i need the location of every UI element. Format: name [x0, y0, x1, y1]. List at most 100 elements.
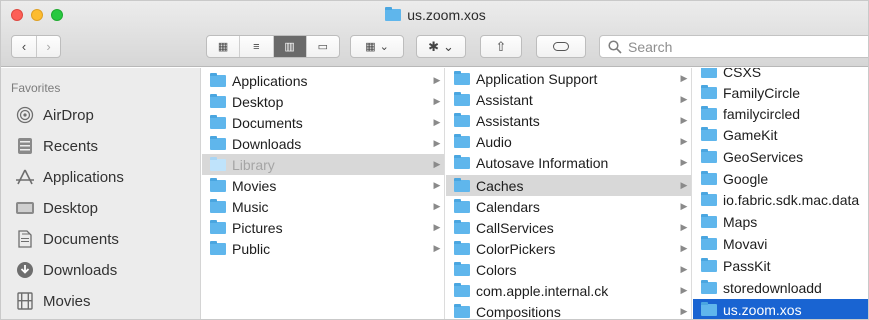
sidebar-item-movies[interactable]: Movies	[15, 288, 195, 314]
list-item[interactable]: io.fabric.sdk.mac.data	[693, 189, 868, 210]
folder-icon	[210, 135, 226, 150]
list-item[interactable]: Applications ▶	[202, 70, 444, 91]
list-item[interactable]: com.apple.internal.ck ▶	[446, 280, 691, 301]
sidebar-header-favorites: Favorites	[11, 81, 61, 95]
folder-icon	[701, 191, 717, 206]
chevron-right-icon: ▶	[680, 264, 688, 274]
folder-icon	[454, 177, 470, 192]
chevron-down-icon: ⌄	[379, 41, 389, 53]
folder-icon	[701, 68, 717, 78]
list-item[interactable]: Documents ▶	[202, 112, 444, 133]
list-item-caches[interactable]: Caches ▶	[446, 175, 691, 196]
column-home: Applications ▶ Desktop ▶ Documents ▶ Downlo…	[202, 68, 445, 319]
folder-icon	[454, 70, 470, 85]
sidebar-item-documents[interactable]: Documents	[15, 226, 195, 252]
list-item[interactable]: Audio ▶	[446, 131, 691, 152]
list-item[interactable]: familycircled	[693, 103, 868, 124]
folder-icon	[454, 112, 470, 127]
gallery-view-button[interactable]: ▭	[307, 36, 339, 57]
folder-icon	[210, 72, 226, 87]
list-item[interactable]: Movavi	[693, 233, 868, 254]
chevron-right-icon: ▶	[680, 136, 688, 146]
sidebar-item-downloads[interactable]: Downloads	[15, 257, 195, 283]
list-item[interactable]: Desktop ▶	[202, 91, 444, 112]
folder-icon	[701, 257, 717, 272]
sidebar-item-recents[interactable]: Recents	[15, 133, 195, 159]
list-item[interactable]: Application Support ▶	[446, 68, 691, 89]
back-button[interactable]: ‹	[12, 36, 36, 57]
list-item[interactable]: CallServices ▶	[446, 217, 691, 238]
sidebar-item-airdrop[interactable]: AirDrop	[15, 102, 195, 128]
list-item[interactable]: FamilyCircle	[693, 82, 868, 103]
list-item[interactable]: Maps	[693, 211, 868, 232]
folder-icon	[454, 219, 470, 234]
folder-icon	[210, 114, 226, 129]
list-item[interactable]: GameKit	[693, 124, 868, 145]
group-by-button[interactable]: ▦ ⌄	[350, 35, 404, 58]
search-icon	[608, 39, 622, 54]
view-mode-buttons: ▦ ≡ ▥ ▭	[206, 35, 340, 58]
chevron-right-icon: ▶	[433, 243, 441, 253]
chevron-right-icon: ▶	[433, 138, 441, 148]
list-item[interactable]: Assistant ▶	[446, 89, 691, 110]
sidebar: Favorites AirDrop Recents Applications D…	[1, 68, 201, 319]
chevron-right-icon: ▶	[433, 96, 441, 106]
applications-icon	[15, 167, 35, 187]
column-view-button[interactable]: ▥	[273, 36, 307, 57]
sidebar-item-label: Applications	[43, 168, 124, 186]
list-item[interactable]: Pictures ▶	[202, 217, 444, 238]
list-item[interactable]: GeoServices	[693, 146, 868, 167]
chevron-right-icon: ▶	[680, 201, 688, 211]
downloads-icon	[15, 260, 35, 280]
list-item[interactable]: ColorPickers ▶	[446, 238, 691, 259]
recents-icon	[15, 136, 35, 156]
chevron-right-icon: ▶	[680, 222, 688, 232]
toolbar: us.zoom.xos ‹ › ▦ ≡ ▥ ▭ ▦ ⌄ ✱ ⌄ ⇧	[1, 1, 868, 67]
list-item-library[interactable]: Library ▶	[202, 154, 444, 175]
list-view-button[interactable]: ≡	[240, 36, 274, 57]
folder-icon	[701, 279, 717, 294]
sidebar-item-desktop[interactable]: Desktop	[15, 195, 195, 221]
list-item[interactable]: Assistants ▶	[446, 110, 691, 131]
icon-view-button[interactable]: ▦	[207, 36, 241, 57]
sidebar-item-applications[interactable]: Applications	[15, 164, 195, 190]
list-item[interactable]: Downloads ▶	[202, 133, 444, 154]
window-title: us.zoom.xos	[1, 5, 868, 25]
finder-window: us.zoom.xos ‹ › ▦ ≡ ▥ ▭ ▦ ⌄ ✱ ⌄ ⇧ Search…	[0, 0, 869, 320]
list-item[interactable]: Calendars ▶	[446, 196, 691, 217]
list-item[interactable]: Public ▶	[202, 238, 444, 259]
airdrop-icon	[15, 105, 35, 125]
list-item[interactable]: Compositions ▶	[446, 301, 691, 319]
chevron-right-icon: ▶	[680, 243, 688, 253]
share-button[interactable]: ⇧	[480, 35, 522, 58]
list-item[interactable]: CSXS	[693, 68, 868, 82]
sidebar-item-label: Movies	[43, 292, 91, 310]
folder-icon	[210, 198, 226, 213]
list-item[interactable]: Google	[693, 168, 868, 189]
group-icon: ▦	[365, 41, 376, 53]
chevron-right-icon: ▶	[433, 159, 441, 169]
list-item[interactable]: PassKit	[693, 255, 868, 276]
list-item[interactable]: storedownloadd	[693, 277, 868, 298]
sidebar-item-label: AirDrop	[43, 106, 94, 124]
folder-icon	[454, 303, 470, 318]
list-item[interactable]: Autosave Information ▶	[446, 152, 691, 173]
list-item[interactable]: Music ▶	[202, 196, 444, 217]
chevron-right-icon: ▶	[433, 117, 441, 127]
list-item[interactable]: Movies ▶	[202, 175, 444, 196]
chevron-right-icon: ▶	[680, 157, 688, 167]
folder-icon	[701, 148, 717, 163]
search-input[interactable]	[628, 38, 848, 55]
list-item[interactable]: Colors ▶	[446, 259, 691, 280]
search-field[interactable]	[599, 35, 868, 58]
folder-icon	[454, 91, 470, 106]
forward-button[interactable]: ›	[35, 36, 60, 57]
sidebar-item-label: Recents	[43, 137, 99, 155]
action-button[interactable]: ✱ ⌄	[416, 35, 466, 58]
folder-icon	[385, 7, 402, 21]
folder-icon	[454, 282, 470, 297]
tags-button[interactable]	[536, 35, 586, 58]
list-item-selected[interactable]: us.zoom.xos	[693, 299, 868, 319]
folder-icon	[454, 261, 470, 276]
folder-icon	[701, 126, 717, 141]
